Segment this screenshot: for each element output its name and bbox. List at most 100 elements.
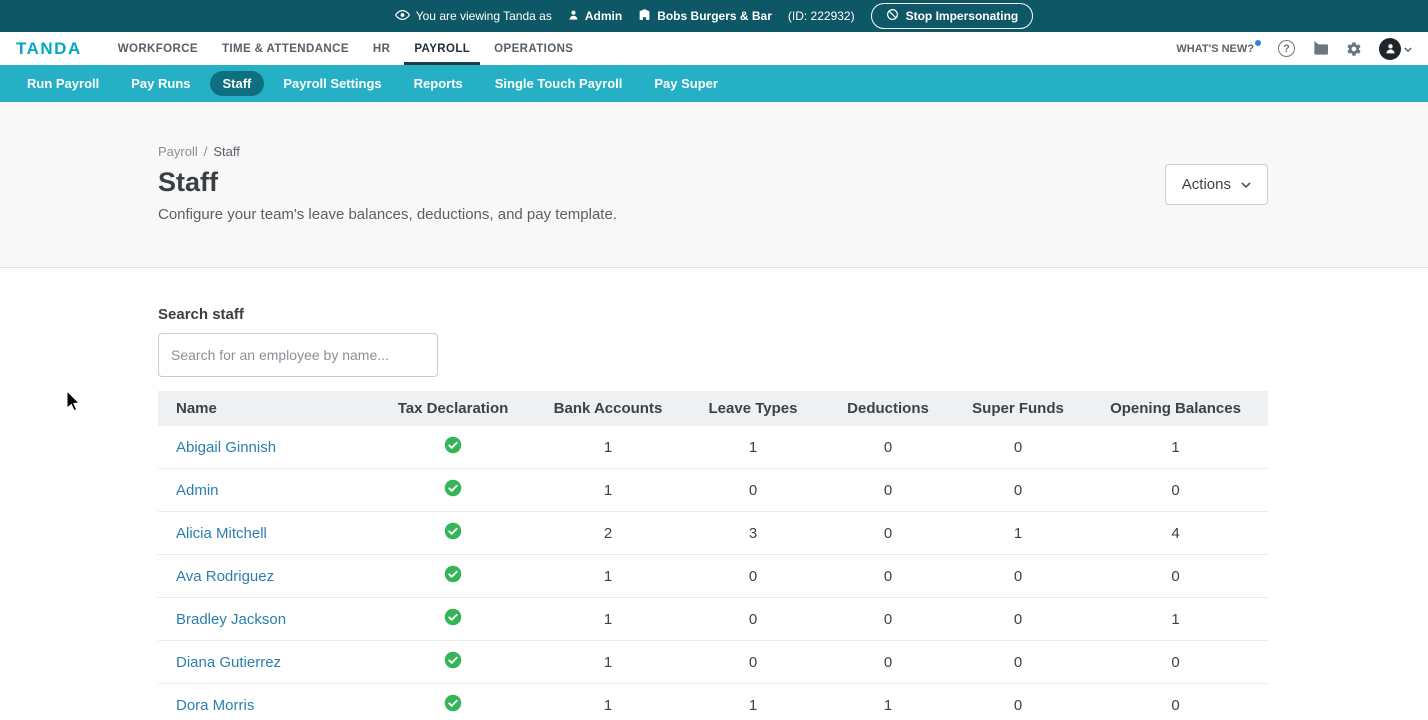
- building-icon: [638, 8, 651, 24]
- staff-name-link[interactable]: Dora Morris: [176, 697, 254, 714]
- whats-new-link[interactable]: WHAT'S NEW?: [1176, 39, 1261, 55]
- table-row: Diana Gutierrez 1 0 0 0 0: [158, 640, 1268, 684]
- super-funds-count: 0: [953, 426, 1083, 469]
- deductions-count: 0: [823, 554, 953, 598]
- gear-icon[interactable]: [1346, 41, 1362, 57]
- nav-item-hr[interactable]: HR: [363, 32, 400, 65]
- chat-icon[interactable]: [1312, 41, 1329, 56]
- page-header: Payroll / Staff Staff Configure your tea…: [0, 102, 1428, 268]
- bank-accounts-count: 1: [533, 468, 683, 512]
- leave-types-count: 3: [683, 511, 823, 555]
- bank-accounts-count: 2: [533, 511, 683, 555]
- subnav-item-run-payroll[interactable]: Run Payroll: [14, 71, 112, 96]
- tanda-logo[interactable]: TANDA: [16, 32, 82, 65]
- deductions-count: 0: [823, 468, 953, 512]
- nav-items: WORKFORCE TIME & ATTENDANCE HR PAYROLL O…: [108, 32, 1177, 65]
- nav-item-workforce[interactable]: WORKFORCE: [108, 32, 208, 65]
- impersonated-user-name: Admin: [584, 9, 623, 23]
- opening-balances-count: 1: [1083, 597, 1268, 641]
- impersonated-org: Bobs Burgers & Bar: [638, 8, 772, 24]
- leave-types-count: 0: [683, 640, 823, 684]
- subnav-item-staff[interactable]: Staff: [209, 71, 265, 96]
- check-circle-icon: [444, 522, 462, 544]
- nav-item-operations[interactable]: OPERATIONS: [484, 32, 583, 65]
- table-header-row: Name Tax Declaration Bank Accounts Leave…: [158, 391, 1268, 426]
- leave-types-count: 1: [683, 683, 823, 720]
- nav-item-payroll[interactable]: PAYROLL: [404, 32, 481, 65]
- staff-name-link[interactable]: Admin: [176, 482, 219, 499]
- breadcrumb-staff: Staff: [213, 144, 240, 159]
- user-icon: [568, 9, 579, 24]
- deductions-count: 0: [823, 511, 953, 555]
- staff-name-link[interactable]: Abigail Ginnish: [176, 439, 276, 456]
- ban-icon: [886, 8, 899, 24]
- table-row: Dora Morris 1 1 1 0 0: [158, 683, 1268, 720]
- nav-right-cluster: WHAT'S NEW? ?: [1176, 32, 1412, 65]
- user-menu[interactable]: [1379, 37, 1412, 60]
- stop-impersonating-button[interactable]: Stop Impersonating: [870, 3, 1034, 29]
- deductions-count: 1: [823, 683, 953, 720]
- leave-types-count: 0: [683, 597, 823, 641]
- actions-button[interactable]: Actions: [1164, 164, 1268, 205]
- super-funds-count: 0: [953, 468, 1083, 512]
- leave-types-count: 0: [683, 554, 823, 598]
- chevron-down-icon: [1404, 40, 1412, 58]
- check-circle-icon: [444, 651, 462, 673]
- bank-accounts-count: 1: [533, 597, 683, 641]
- subnav-item-single-touch-payroll[interactable]: Single Touch Payroll: [482, 71, 636, 96]
- search-staff-label: Search staff: [158, 306, 244, 323]
- staff-name-link[interactable]: Alicia Mitchell: [176, 525, 267, 542]
- opening-balances-count: 4: [1083, 511, 1268, 555]
- actions-button-label: Actions: [1181, 176, 1231, 193]
- table-row: Ava Rodriguez 1 0 0 0 0: [158, 554, 1268, 598]
- staff-name-link[interactable]: Diana Gutierrez: [176, 654, 281, 671]
- opening-balances-count: 0: [1083, 554, 1268, 598]
- super-funds-count: 0: [953, 683, 1083, 720]
- eye-icon: [394, 9, 410, 24]
- table-row: Bradley Jackson 1 0 0 0 1: [158, 597, 1268, 641]
- impersonated-user: Admin: [568, 9, 622, 24]
- subnav-item-pay-super[interactable]: Pay Super: [641, 71, 731, 96]
- bank-accounts-count: 1: [533, 640, 683, 684]
- leave-types-count: 1: [683, 426, 823, 469]
- check-circle-icon: [444, 479, 462, 501]
- bank-accounts-count: 1: [533, 554, 683, 598]
- table-row: Admin 1 0 0 0 0: [158, 468, 1268, 512]
- page-title: Staff: [158, 167, 218, 197]
- whats-new-label: WHAT'S NEW?: [1176, 42, 1254, 55]
- avatar: [1379, 37, 1401, 60]
- staff-name-link[interactable]: Ava Rodriguez: [176, 568, 274, 585]
- check-circle-icon: [444, 436, 462, 458]
- column-header-leave-types: Leave Types: [683, 391, 823, 426]
- org-id-badge: (ID: 222932): [787, 9, 855, 23]
- opening-balances-count: 0: [1083, 640, 1268, 684]
- column-header-name: Name: [158, 391, 373, 426]
- help-icon[interactable]: ?: [1278, 40, 1295, 57]
- opening-balances-count: 0: [1083, 683, 1268, 720]
- staff-name-link[interactable]: Bradley Jackson: [176, 611, 286, 628]
- column-header-deductions: Deductions: [823, 391, 953, 426]
- viewing-as-text: You are viewing Tanda as: [415, 9, 552, 23]
- check-circle-icon: [444, 565, 462, 587]
- payroll-subnav: Run Payroll Pay Runs Staff Payroll Setti…: [0, 65, 1428, 102]
- subnav-item-pay-runs[interactable]: Pay Runs: [118, 71, 203, 96]
- breadcrumb-payroll[interactable]: Payroll: [158, 144, 198, 159]
- main-navbar: TANDA WORKFORCE TIME & ATTENDANCE HR PAY…: [0, 32, 1428, 65]
- notification-dot: [1255, 39, 1261, 46]
- deductions-count: 0: [823, 640, 953, 684]
- search-input[interactable]: [158, 333, 438, 377]
- nav-item-time-attendance[interactable]: TIME & ATTENDANCE: [212, 32, 359, 65]
- subnav-item-reports[interactable]: Reports: [401, 71, 476, 96]
- impersonated-org-name: Bobs Burgers & Bar: [657, 9, 772, 23]
- column-header-tax-declaration: Tax Declaration: [373, 391, 533, 426]
- deductions-count: 0: [823, 597, 953, 641]
- breadcrumb-separator: /: [203, 144, 208, 159]
- column-header-bank-accounts: Bank Accounts: [533, 391, 683, 426]
- bank-accounts-count: 1: [533, 426, 683, 469]
- subnav-item-payroll-settings[interactable]: Payroll Settings: [270, 71, 394, 96]
- check-circle-icon: [444, 694, 462, 716]
- chevron-down-icon: [1241, 176, 1251, 193]
- super-funds-count: 0: [953, 597, 1083, 641]
- staff-table: Name Tax Declaration Bank Accounts Leave…: [158, 391, 1268, 720]
- table-row: Alicia Mitchell 2 3 0 1 4: [158, 511, 1268, 555]
